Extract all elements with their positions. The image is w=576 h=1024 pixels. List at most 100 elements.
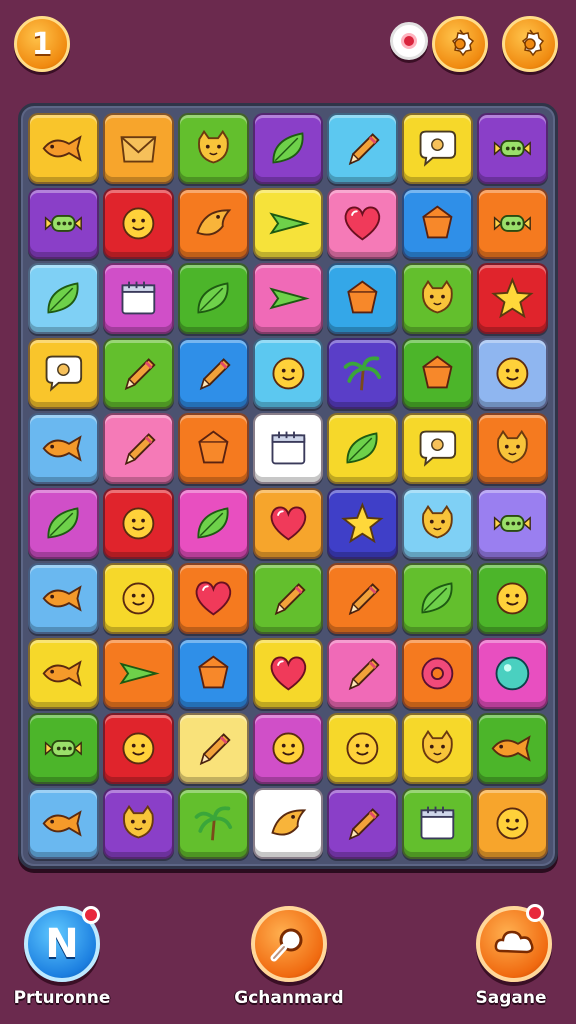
settings-button[interactable] [432,16,488,72]
tile-face[interactable] [477,563,548,634]
heart-icon [270,506,306,541]
n-badge-button[interactable]: N [24,906,100,982]
tile-fish[interactable] [28,113,99,184]
calendar-icon [420,806,455,840]
tile-pencil[interactable] [102,338,174,409]
tile-gem[interactable] [402,338,474,409]
tile-leaf[interactable] [177,488,249,559]
tile-plane[interactable] [252,263,324,334]
tile-face[interactable] [252,338,324,409]
tile-pencil[interactable] [327,563,399,634]
tile-face[interactable] [102,563,174,634]
tile-candy[interactable] [28,713,99,784]
tile-gem[interactable] [327,263,399,334]
tile-leaf[interactable] [402,563,474,634]
tile-plane[interactable] [252,188,324,259]
tile-heart[interactable] [177,563,249,634]
tile-candy[interactable] [28,188,99,259]
chat-icon [419,130,457,167]
pencil-icon [124,433,156,466]
tile-heart[interactable] [252,488,324,559]
tile-chat[interactable] [402,113,474,184]
tile-candy[interactable] [477,188,548,259]
tile-face[interactable] [102,488,174,559]
tile-pencil[interactable] [252,563,324,634]
tile-fish[interactable] [28,413,99,484]
cloud-button[interactable] [476,904,552,982]
tile-leaf[interactable] [252,113,324,184]
top-bar: 1 [0,0,576,96]
tile-pencil[interactable] [177,713,249,784]
tile-bird[interactable] [252,788,324,859]
leaf-icon [197,507,229,539]
tile-cat[interactable] [402,488,474,559]
tile-ball[interactable] [477,638,548,709]
fish-icon [42,585,82,612]
tile-leaf[interactable] [28,263,99,334]
tile-envelope[interactable] [102,113,174,184]
tile-cat[interactable] [477,413,548,484]
tile-pencil[interactable] [327,113,399,184]
tile-face[interactable] [252,713,324,784]
tile-calendar[interactable] [252,413,324,484]
level-badge[interactable]: 1 [14,16,70,72]
tile-face[interactable] [477,788,548,859]
tile-palm[interactable] [177,788,249,859]
tile-chat[interactable] [28,338,99,409]
gem-icon [422,205,453,239]
tile-face[interactable] [102,713,174,784]
tile-fish[interactable] [28,638,99,709]
tile-candy[interactable] [477,113,548,184]
settings-button-secondary[interactable] [502,16,558,72]
tile-calendar[interactable] [102,263,174,334]
tile-cat[interactable] [402,263,474,334]
star-icon [491,277,534,319]
tile-leaf[interactable] [327,413,399,484]
leaf-icon [197,282,229,314]
heart-icon [345,206,381,241]
tile-fish[interactable] [28,563,99,634]
tile-gem[interactable] [402,188,474,259]
tile-gem[interactable] [177,638,249,709]
candy-icon [44,740,82,757]
tile-heart[interactable] [252,638,324,709]
tile-cat[interactable] [177,113,249,184]
leaf-icon [47,282,79,314]
tile-plane[interactable] [102,638,174,709]
tile-chat[interactable] [402,413,474,484]
gem-icon [422,355,453,389]
face-icon [496,807,529,840]
tile-leaf[interactable] [28,488,99,559]
tile-face[interactable] [327,713,399,784]
tile-pencil[interactable] [177,338,249,409]
record-button[interactable] [390,22,428,60]
tile-leaf[interactable] [177,263,249,334]
tile-heart[interactable] [327,188,399,259]
tile-fish[interactable] [28,788,99,859]
tile-palm[interactable] [327,338,399,409]
tile-pencil[interactable] [327,638,399,709]
tile-face[interactable] [477,338,548,409]
tile-bird[interactable] [177,188,249,259]
tile-star[interactable] [477,263,548,334]
magnifier-button[interactable] [251,906,327,982]
tile-candy[interactable] [477,488,548,559]
bottom-label-right: Sagane [475,988,547,1008]
tile-pencil[interactable] [327,788,399,859]
tile-gem[interactable] [177,413,249,484]
bottom-label-center: Gchanmard [234,988,344,1008]
tile-cat[interactable] [102,788,174,859]
bird-icon [270,809,306,836]
tile-donut[interactable] [402,638,474,709]
tile-fish[interactable] [477,713,548,784]
tile-pencil[interactable] [102,413,174,484]
gear-icon [451,29,475,57]
tile-star[interactable] [327,488,399,559]
pencil-icon [349,808,381,841]
tile-calendar[interactable] [402,788,474,859]
pencil-icon [274,583,306,616]
tile-face[interactable] [102,188,174,259]
candy-icon [494,515,532,532]
tile-cat[interactable] [402,713,474,784]
leaf-icon [421,582,453,614]
